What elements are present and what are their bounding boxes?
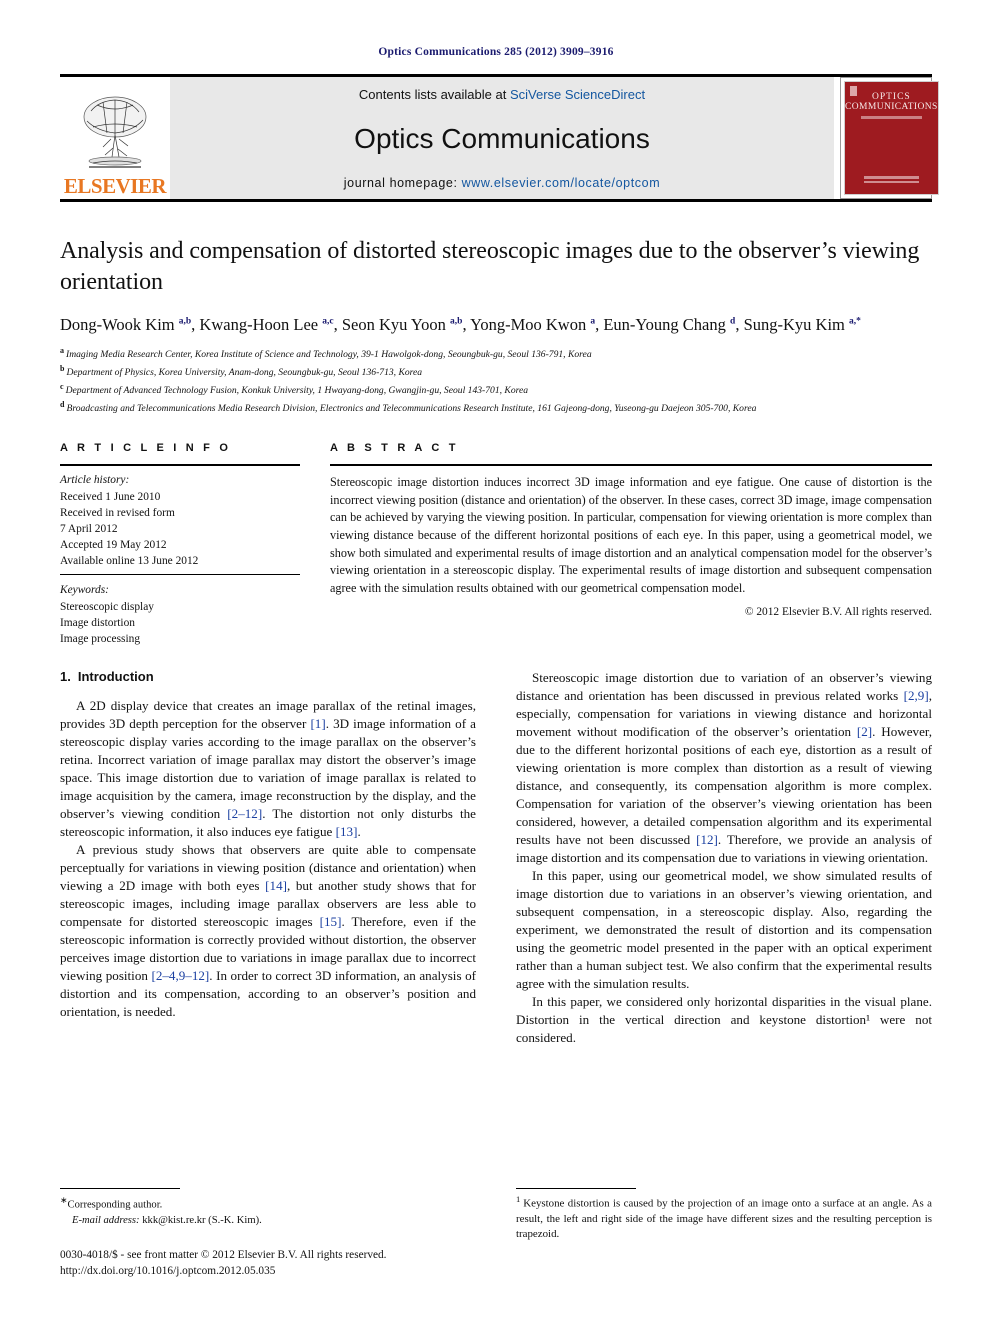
keyword-item: Image distortion [60, 616, 135, 629]
citation-ref[interactable]: [13] [336, 824, 358, 839]
body-paragraph: A 2D display device that creates an imag… [60, 698, 476, 840]
citation-ref[interactable]: [14] [265, 878, 287, 893]
affiliation-text: Broadcasting and Telecommunications Medi… [66, 402, 757, 414]
corresponding-author-note: ∗Corresponding author. E-mail address: k… [60, 1194, 476, 1228]
affiliation-marker: a [60, 346, 64, 356]
citation-ref[interactable]: [2,9] [904, 688, 929, 703]
affiliation-item: b Department of Physics, Korea University… [60, 363, 932, 381]
citation-ref[interactable]: [12] [696, 832, 718, 847]
sciencedirect-link[interactable]: SciVerse ScienceDirect [510, 87, 645, 102]
cover-title-line1: OPTICS [871, 92, 911, 102]
left-column-paragraphs: A 2D display device that creates an imag… [60, 697, 476, 1021]
body-paragraph: A previous study shows that observers ar… [60, 842, 476, 1020]
footer-divider [60, 1187, 180, 1189]
right-column-paragraphs: Stereoscopic image distortion due to var… [516, 669, 932, 1047]
affiliation-marker: b [60, 364, 65, 374]
article-history-items: Received 1 June 2010 Received in revised … [60, 489, 300, 570]
abstract-heading: A B S T R A C T [330, 442, 459, 455]
journal-cover-thumbnail: OPTICS COMMUNICATIONS [840, 77, 939, 199]
corresponding-author-label: Corresponding author. [67, 1199, 163, 1211]
homepage-link[interactable]: www.elsevier.com/locate/optcom [462, 176, 661, 190]
homepage-prefix: journal homepage: [343, 176, 462, 190]
footnote-divider [516, 1187, 636, 1189]
affiliation-text: Department of Advanced Technology Fusion… [65, 385, 529, 396]
body-paragraph: In this paper, using our geometrical mod… [516, 868, 932, 992]
masthead-bottom-rule [60, 199, 932, 202]
affiliation-marker: c [60, 381, 64, 391]
article-page: Optics Communications 285 (2012) 3909–39… [0, 0, 992, 1323]
elsevier-logo: ELSEVIER [60, 77, 170, 199]
keyword-item: Image processing [60, 633, 141, 646]
affiliation-item: a Imaging Media Research Center, Korea In… [60, 345, 932, 363]
email-value[interactable]: kkk@kist.re.kr (S.-K. Kim). [142, 1215, 262, 1226]
article-history-item: 7 April 2012 [60, 522, 118, 535]
footer-right: 1 Keystone distortion is caused by the pr… [516, 1187, 932, 1279]
affiliation-marker: d [60, 399, 65, 409]
article-history-item: Received 1 June 2010 [60, 490, 161, 503]
article-history-label: Article history: [60, 474, 130, 487]
affiliation-item: d Broadcasting and Telecommunications Med… [60, 399, 932, 417]
article-history-block: Article history: Received 1 June 2010 Rec… [60, 466, 300, 569]
article-history-item: Available online 13 June 2012 [60, 555, 199, 568]
affiliation-item: c Department of Advanced Technology Fusio… [60, 381, 932, 399]
article-history-item: Accepted 19 May 2012 [60, 539, 167, 552]
cover-art: OPTICS COMMUNICATIONS [844, 81, 939, 195]
citation-ref[interactable]: [2–4,9–12] [151, 968, 209, 983]
page-footer: ∗Corresponding author. E-mail address: k… [60, 1187, 932, 1279]
body-paragraph: Stereoscopic image distortion due to var… [516, 670, 932, 866]
section-title: Introduction [77, 669, 154, 685]
citation-ref[interactable]: [1] [310, 716, 325, 731]
article-info-heading: A R T I C L E I N F O [60, 442, 232, 455]
contents-available-line: Contents lists available at SciVerse Sci… [359, 87, 645, 102]
keystone-footnote: 1 Keystone distortion is caused by the pr… [516, 1194, 932, 1242]
body-column-right: Stereoscopic image distortion due to var… [516, 669, 932, 1047]
citation-ref[interactable]: [2] [857, 724, 872, 739]
issn-line: 0030-4018/$ - see front matter © 2012 El… [60, 1248, 387, 1261]
section-number: 1. [60, 669, 71, 685]
affiliation-list: a Imaging Media Research Center, Korea In… [60, 345, 932, 416]
cover-subtitle-bar [860, 116, 922, 119]
citation-ref[interactable]: [2–12] [227, 806, 262, 821]
info-abstract-row: A R T I C L E I N F O Article history: R… [60, 442, 932, 647]
footnote-text: Keystone distortion is caused by the pro… [516, 1197, 932, 1240]
body-paragraph: In this paper, we considered only horizo… [516, 994, 932, 1046]
footnote-number: 1 [516, 1193, 521, 1204]
cover-footer-bars [863, 176, 920, 185]
keywords-label: Keywords: [60, 584, 109, 597]
affiliation-text: Department of Physics, Korea University,… [66, 367, 423, 379]
page-title: Analysis and compensation of distorted s… [60, 238, 920, 295]
article-info-column: A R T I C L E I N F O Article history: R… [60, 442, 300, 647]
running-head: Optics Communications 285 (2012) 3909–39… [378, 46, 614, 58]
body-column-left: 1. Introduction A 2D display device that … [60, 669, 476, 1047]
keywords-items: Stereoscopic display Image distortion Imag… [60, 599, 300, 648]
footer-left: ∗Corresponding author. E-mail address: k… [60, 1187, 476, 1279]
issn-block: 0030-4018/$ - see front matter © 2012 El… [60, 1247, 476, 1279]
journal-homepage-line: journal homepage: www.elsevier.com/locat… [344, 176, 660, 190]
citation-ref[interactable]: [15] [320, 914, 342, 929]
elsevier-wordmark: ELSEVIER [63, 174, 167, 198]
asterisk-icon: ∗ [60, 1194, 68, 1205]
cover-publisher-icon [850, 86, 857, 96]
journal-masthead: ELSEVIER Contents lists available at Sci… [60, 74, 939, 199]
cover-title-line2: COMMUNICATIONS [845, 102, 938, 112]
affiliation-text: Imaging Media Research Center, Korea Ins… [66, 349, 592, 361]
contents-prefix: Contents lists available at [358, 87, 510, 102]
keyword-item: Stereoscopic display [60, 600, 154, 613]
keywords-block: Keywords: Stereoscopic display Image dist… [60, 575, 300, 647]
article-history-item: Received in revised form [60, 506, 175, 519]
author-list: Dong-Wook Kim a,b, Kwang-Hoon Lee a,c, S… [60, 314, 861, 334]
email-label: E-mail address: [72, 1214, 140, 1226]
doi-line[interactable]: http://dx.doi.org/10.1016/j.optcom.2012.… [60, 1263, 476, 1279]
journal-title: Optics Communications [354, 123, 650, 154]
elsevier-tree-icon [83, 96, 147, 168]
abstract-text: Stereoscopic image distortion induces in… [330, 475, 932, 595]
section-heading-introduction: 1. Introduction [60, 669, 476, 684]
masthead-center: Contents lists available at SciVerse Sci… [170, 77, 834, 199]
abstract-copyright: © 2012 Elsevier B.V. All rights reserved… [744, 606, 932, 619]
abstract-column: A B S T R A C T Stereoscopic image disto… [330, 442, 932, 647]
body-columns: 1. Introduction A 2D display device that … [60, 669, 932, 1047]
